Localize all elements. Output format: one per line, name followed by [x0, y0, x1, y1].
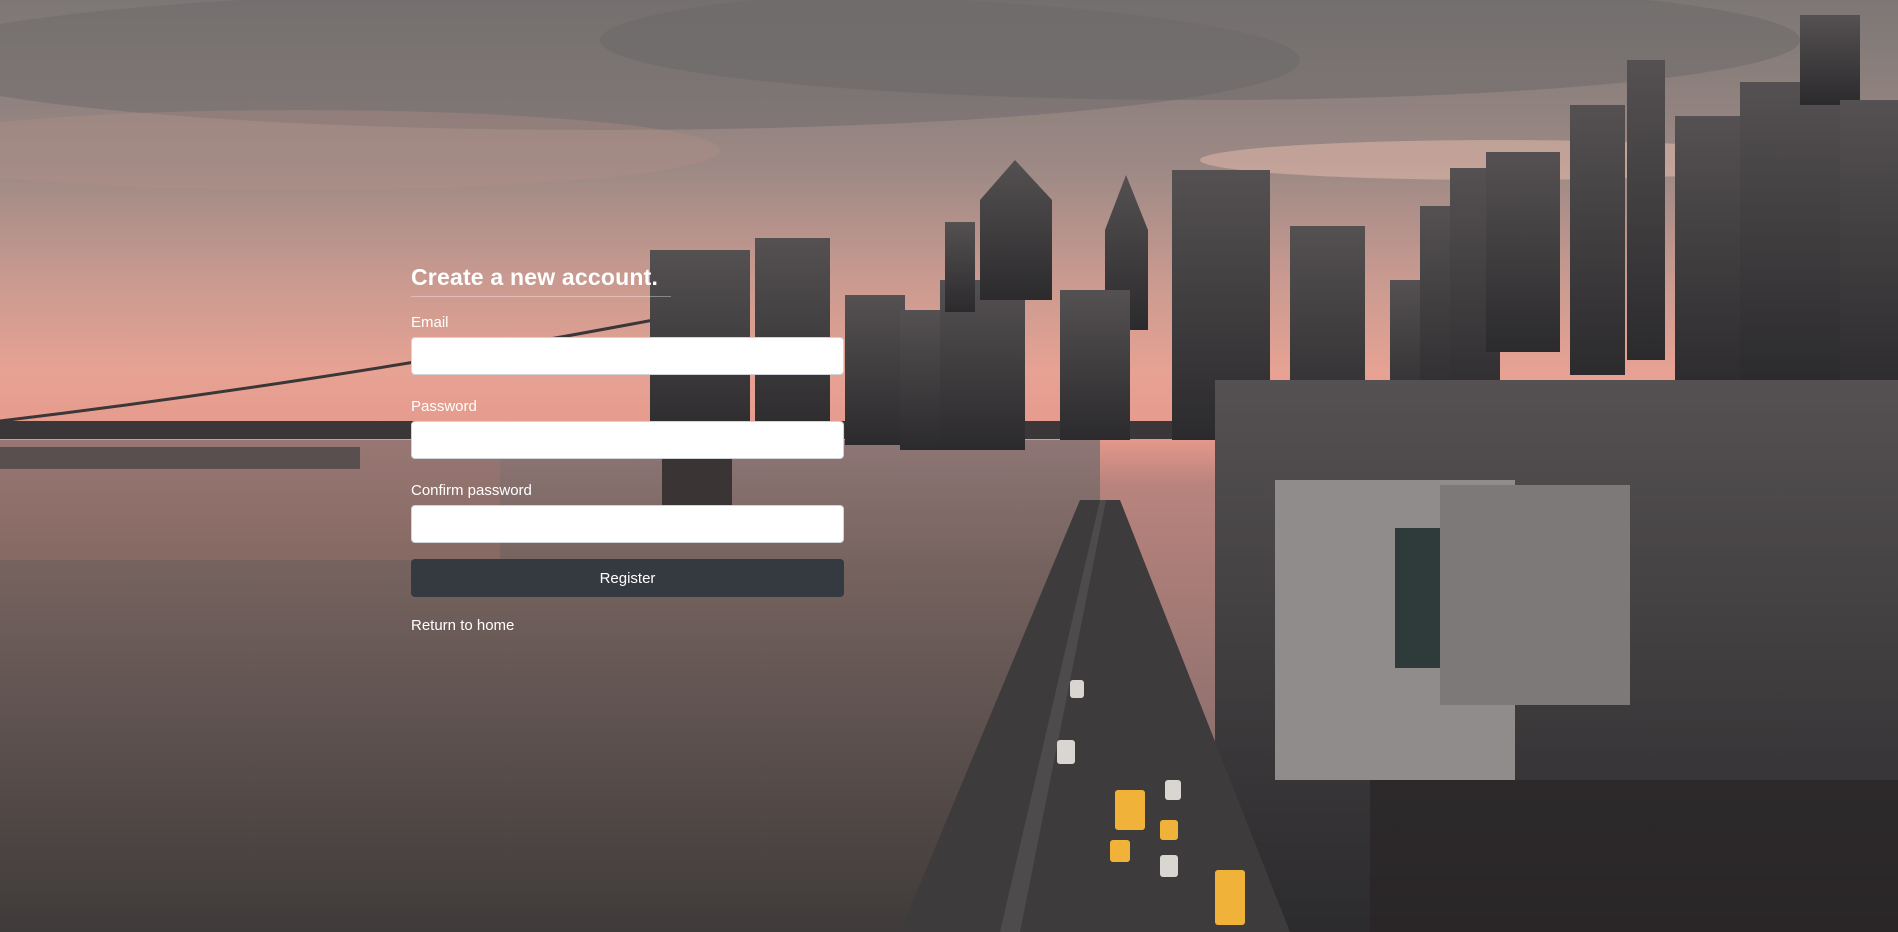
page-title: Create a new account. [411, 264, 659, 290]
confirm-password-field[interactable] [411, 505, 844, 543]
confirm-password-label: Confirm password [411, 482, 532, 499]
password-label: Password [411, 398, 477, 415]
email-field[interactable] [411, 337, 844, 375]
city-skyline-background [0, 0, 1898, 932]
title-divider [411, 296, 671, 297]
email-label: Email [411, 314, 449, 331]
return-home-link[interactable]: Return to home [411, 617, 514, 634]
register-form: Create a new account. Email Password Con… [411, 262, 844, 635]
register-button[interactable]: Register [411, 559, 844, 597]
password-field[interactable] [411, 421, 844, 459]
